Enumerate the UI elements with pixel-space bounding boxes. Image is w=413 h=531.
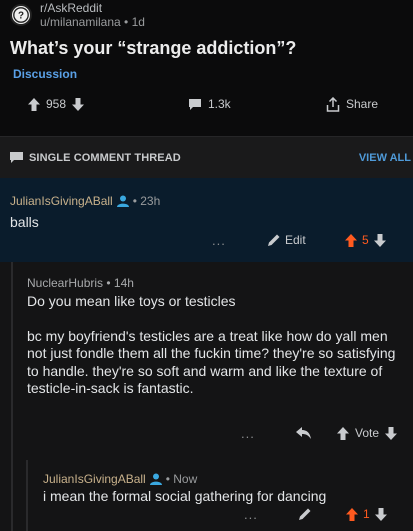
comment2-body: Do you mean like toys or testicles bc my… xyxy=(27,293,407,415)
comment2-paragraph: bc my boyfriend's testicles are a treat … xyxy=(27,327,396,397)
comment3-author[interactable]: JulianIsGivingABall xyxy=(43,472,146,486)
share-label: Share xyxy=(346,97,379,111)
post-votes: 958 xyxy=(28,97,85,111)
single-thread-bar: SINGLE COMMENT THREAD VIEW ALL xyxy=(0,136,413,178)
edit-button[interactable]: Edit xyxy=(267,233,306,247)
comment3-votes: 1 xyxy=(346,507,387,521)
thread-label: SINGLE COMMENT THREAD xyxy=(29,151,181,164)
edit-pencil-icon[interactable] xyxy=(298,507,312,521)
comment3-body: i mean the formal social gathering for d… xyxy=(43,488,327,504)
comment2-more-icon[interactable]: ... xyxy=(241,426,255,441)
upvote-icon[interactable] xyxy=(28,97,40,111)
comments-button[interactable]: 1.3k xyxy=(188,97,231,111)
thread-indent-line[interactable] xyxy=(11,262,13,531)
subreddit-avatar-icon[interactable]: ? xyxy=(10,4,32,26)
svg-text:?: ? xyxy=(18,11,24,22)
post-flair[interactable]: Discussion xyxy=(13,67,77,81)
post-score: 958 xyxy=(46,97,67,111)
reply-icon[interactable] xyxy=(296,427,311,439)
comment-thread-icon xyxy=(10,151,23,164)
comment1-body: balls xyxy=(10,214,39,230)
edit-label: Edit xyxy=(285,233,306,247)
comment1-author-row: JulianIsGivingABall • 23h xyxy=(10,194,160,208)
comment-count: 1.3k xyxy=(208,97,231,111)
comment3-author-row: JulianIsGivingABall • Now xyxy=(43,472,197,486)
downvote-icon[interactable] xyxy=(374,507,387,521)
comment-highlighted: JulianIsGivingABall • 23h balls ... Edit… xyxy=(0,178,413,262)
comment2-votes: Vote xyxy=(337,426,398,440)
downvote-icon[interactable] xyxy=(373,233,386,247)
post-author-line[interactable]: u/milanamilana • 1d xyxy=(40,15,145,30)
comment3-more-icon[interactable]: ... xyxy=(244,507,258,522)
comment1-author[interactable]: JulianIsGivingABall xyxy=(10,194,113,208)
share-icon xyxy=(326,96,340,112)
comment1-more-icon[interactable]: ... xyxy=(212,233,226,248)
moderator-person-icon xyxy=(116,195,129,207)
moderator-person-icon xyxy=(149,473,162,485)
comment2-paragraph: Do you mean like toys or testicles xyxy=(27,293,236,309)
vote-label: Vote xyxy=(355,426,380,440)
comment-bubble-icon xyxy=(188,98,202,111)
share-button[interactable]: Share xyxy=(326,96,379,112)
comment2-author[interactable]: NuclearHubris • 14h xyxy=(27,276,134,290)
subreddit-name[interactable]: r/AskReddit xyxy=(40,1,145,16)
post-title: What’s your “strange addiction”? xyxy=(10,38,297,58)
upvote-icon[interactable] xyxy=(337,426,349,440)
subreddit-row: ? r/AskReddit u/milanamilana • 1d xyxy=(10,0,403,30)
upvote-active-icon[interactable] xyxy=(346,507,358,521)
comment1-score: 5 xyxy=(362,233,369,247)
comment1-votes: 5 xyxy=(345,233,386,247)
downvote-icon[interactable] xyxy=(72,97,85,111)
comment3-time: • Now xyxy=(165,472,198,486)
pencil-icon xyxy=(268,234,280,246)
post-header: ? r/AskReddit u/milanamilana • 1d What’s… xyxy=(0,0,413,135)
comment1-time: • 23h xyxy=(132,194,161,208)
comment3-score: 1 xyxy=(363,507,370,521)
downvote-icon[interactable] xyxy=(385,426,398,440)
upvote-active-icon[interactable] xyxy=(345,233,357,247)
thread-indent-line[interactable] xyxy=(26,460,28,531)
view-all-link[interactable]: VIEW ALL xyxy=(359,152,411,164)
